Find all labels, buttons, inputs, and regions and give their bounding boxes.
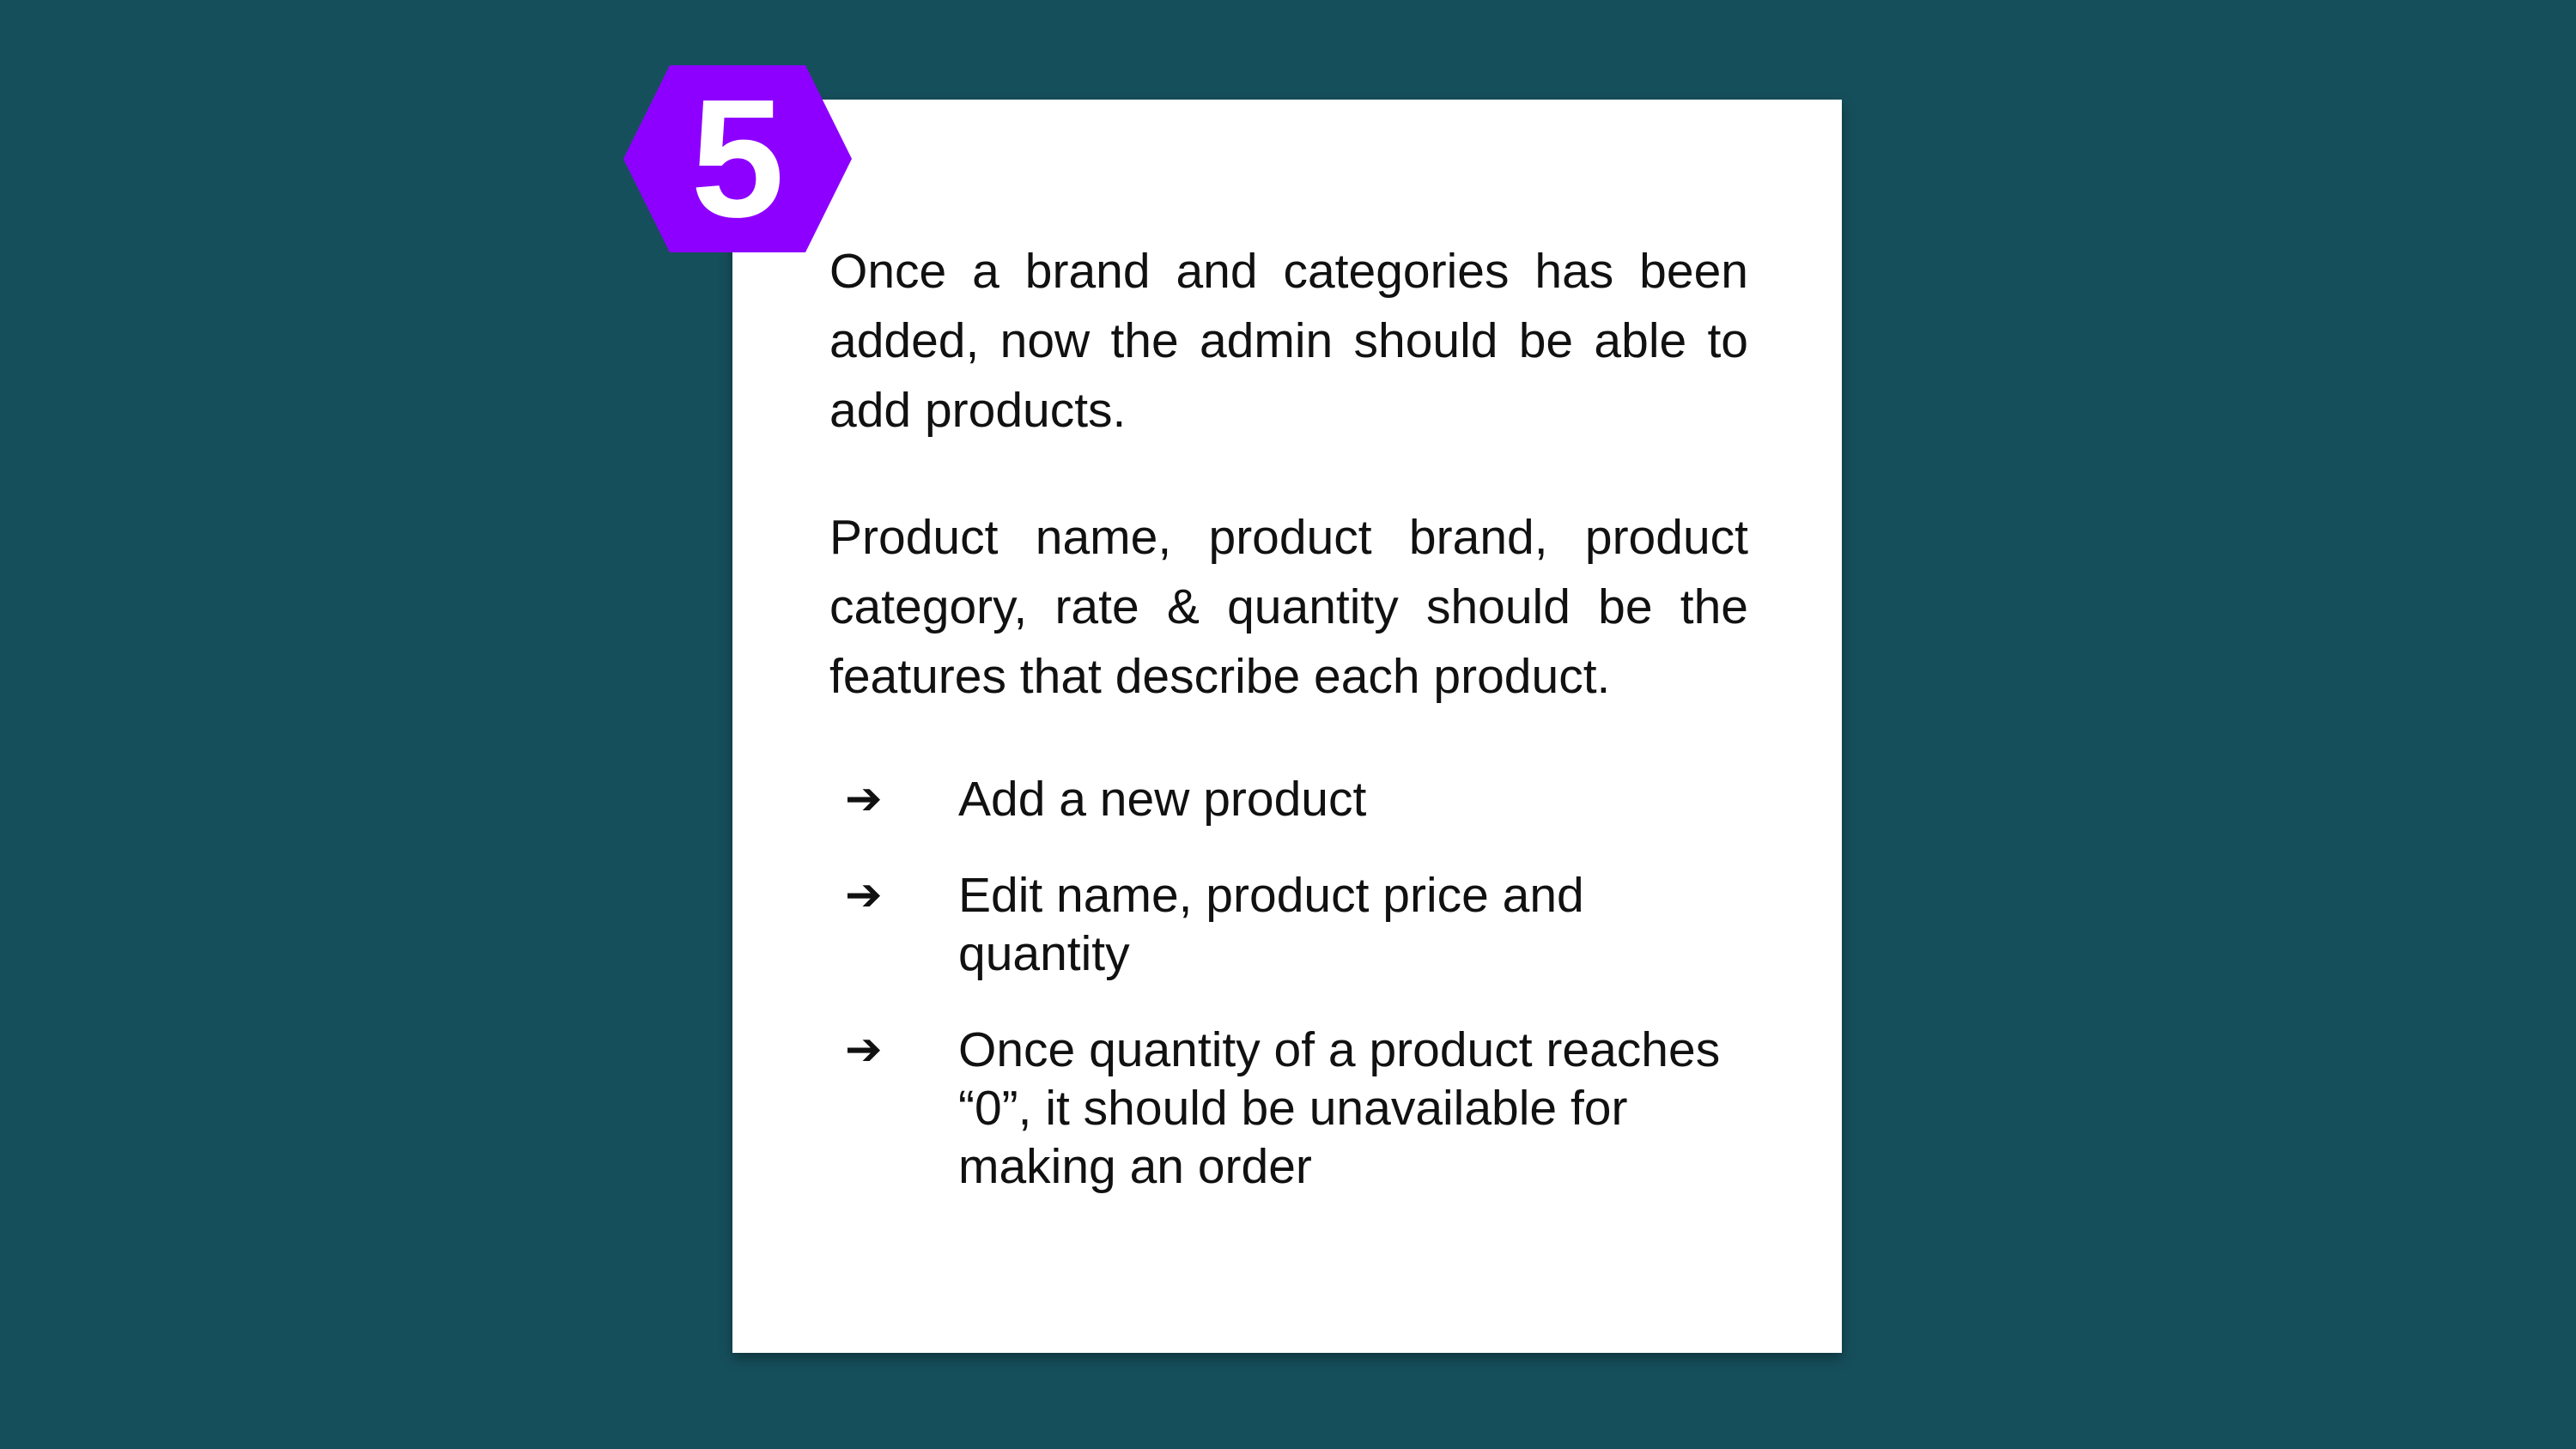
list-item: ➔ Edit name, product price and quantity	[829, 866, 1748, 983]
list-item: ➔ Once quantity of a product reaches “0”…	[829, 1021, 1748, 1196]
step-number-badge: 5	[623, 65, 852, 252]
arrow-right-icon: ➔	[845, 1024, 883, 1076]
list-item-text: Add a new product	[958, 772, 1367, 827]
list-item-text: Once quantity of a product reaches “0”, …	[958, 1022, 1721, 1194]
slide-content: Once a brand and categories has been add…	[829, 237, 1748, 1196]
arrow-right-icon: ➔	[845, 870, 883, 921]
step-number: 5	[690, 64, 785, 252]
requirements-list: ➔ Add a new product ➔ Edit name, product…	[829, 770, 1748, 1196]
features-paragraph: Product name, product brand, product cat…	[829, 510, 1748, 704]
list-item-text: Edit name, product price and quantity	[958, 868, 1584, 981]
list-item: ➔ Add a new product	[829, 770, 1748, 828]
arrow-right-icon: ➔	[845, 773, 883, 825]
intro-paragraph: Once a brand and categories has been add…	[829, 244, 1748, 438]
